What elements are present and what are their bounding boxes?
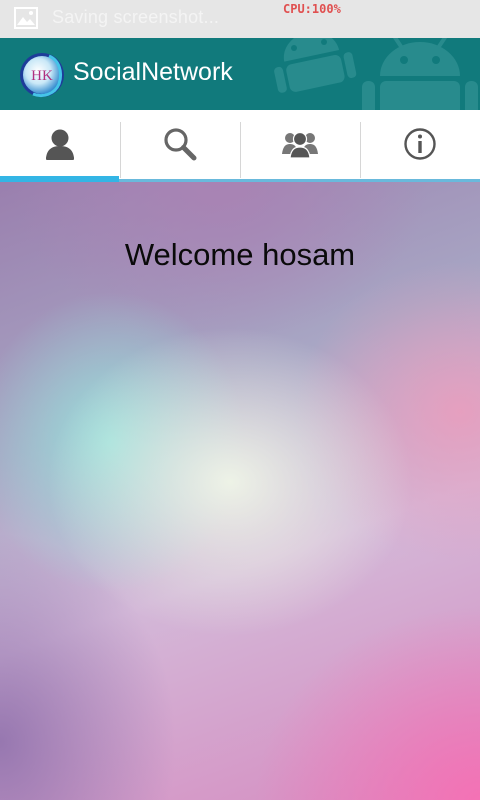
action-bar: HK SocialNetwork [0,38,480,110]
android-background-art [274,38,478,110]
tab-search[interactable] [120,110,240,179]
hk-logo[interactable]: HK [19,52,65,98]
search-icon [164,127,197,160]
tab-info[interactable] [360,110,480,179]
tab-bar [0,110,480,182]
info-icon [404,127,436,160]
logo-text: HK [31,68,53,84]
tab-profile[interactable] [0,110,120,182]
welcome-message: Welcome hosam [124,237,356,272]
cpu-indicator: CPU:100% [283,2,341,16]
person-icon [46,129,74,160]
image-icon [14,7,38,29]
app-title: SocialNetwork [73,58,233,86]
group-icon [282,131,318,159]
notification-text: Saving screenshot... [52,7,220,27]
status-bar: Saving screenshot... CPU:100% [0,0,480,38]
tab-groups[interactable] [240,110,360,179]
content-area: Welcome hosam [0,182,480,800]
